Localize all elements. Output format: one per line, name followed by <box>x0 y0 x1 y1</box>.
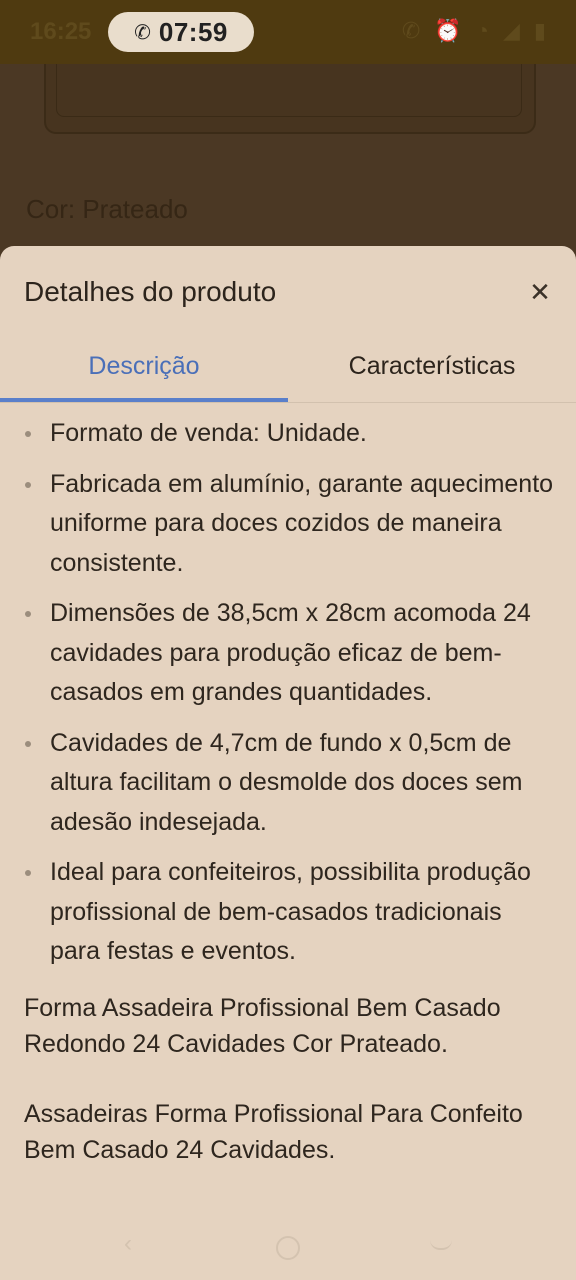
description-paragraph: Assadeiras Forma Profissional Para Confe… <box>24 1099 523 1164</box>
status-bar: 16:25 ✆ 07:59 ✆ ⏰ ◔ ◢ ▮ <box>0 0 576 64</box>
list-item: Cavidades de 4,7cm de fundo x 0,5cm de a… <box>24 724 556 843</box>
home-icon[interactable] <box>276 1236 300 1260</box>
status-icons: ✆ ⏰ ◔ ◢ ▮ <box>402 18 546 44</box>
list-item: Fabricada em alumínio, garante aquecimen… <box>24 465 556 584</box>
list-item: Dimensões de 38,5cm x 28cm acomoda 24 ca… <box>24 594 556 713</box>
sheet-title: Detalhes do produto <box>24 276 277 307</box>
alarm-icon: ⏰ <box>434 18 462 43</box>
tab-bar: Descrição Características <box>0 332 576 403</box>
navigation-bar: ‹ <box>0 1210 576 1280</box>
list-item: Formato de venda: Unidade. <box>24 414 556 454</box>
recents-icon[interactable] <box>430 1234 452 1250</box>
tab-descricao[interactable]: Descrição <box>0 332 288 400</box>
color-label: Cor: Prateado <box>26 194 188 224</box>
feature-list: Formato de venda: Unidade. Fabricada em … <box>24 414 556 972</box>
active-tab-indicator <box>0 398 288 402</box>
description-paragraph: Forma Assadeira Profissional Bem Casado … <box>24 993 501 1058</box>
status-time: 16:25 <box>30 18 92 45</box>
signal-icon: ◢ <box>502 18 520 43</box>
close-icon[interactable]: ✕ <box>526 277 554 307</box>
back-icon[interactable]: ‹ <box>124 1230 132 1258</box>
list-item: Ideal para confeiteiros, possibilita pro… <box>24 853 556 972</box>
phone-icon: ✆ <box>134 21 151 44</box>
tab-caracteristicas[interactable]: Características <box>288 332 576 400</box>
ongoing-call-pill[interactable]: ✆ 07:59 <box>108 12 254 52</box>
product-image-inner <box>56 64 522 117</box>
call-icon: ✆ <box>401 18 421 43</box>
battery-icon: ▮ <box>533 18 546 43</box>
wifi-icon: ◔ <box>475 18 489 43</box>
product-details-sheet: Detalhes do produto ✕ Descrição Caracter… <box>0 246 576 1280</box>
description-content: Formato de venda: Unidade. Fabricada em … <box>24 414 556 1168</box>
call-duration: 07:59 <box>158 16 228 47</box>
